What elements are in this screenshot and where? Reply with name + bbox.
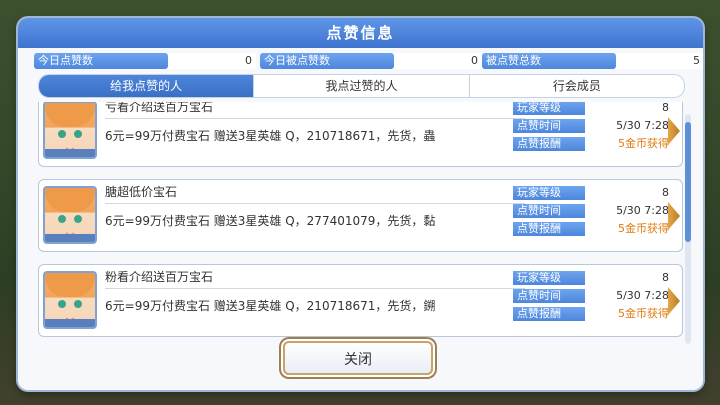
stat-total-liked: 被点赞总数 5 bbox=[482, 53, 703, 69]
list-item[interactable]: 粉看介绍送百万宝石 6元=99万付费宝石 赠送3星英雄 Q，210718671，… bbox=[38, 264, 683, 337]
stat-label: 今日点赞数 bbox=[34, 53, 168, 69]
info-label: 点赞报酬 bbox=[513, 137, 585, 151]
player-name: 粉看介绍送百万宝石 bbox=[105, 268, 525, 289]
info-label: 玩家等级 bbox=[513, 102, 585, 115]
info-reward: 点赞报酬 5金币获得 bbox=[513, 137, 669, 151]
time-value: 5/30 7:28 bbox=[616, 289, 669, 302]
info-reward: 点赞报酬 5金币获得 bbox=[513, 307, 669, 321]
info-label: 玩家等级 bbox=[513, 186, 585, 200]
info-reward: 点赞报酬 5金币获得 bbox=[513, 222, 669, 236]
chevron-right-icon[interactable] bbox=[668, 287, 680, 315]
info-label: 点赞报酬 bbox=[513, 307, 585, 321]
info-level: 玩家等级 8 bbox=[513, 102, 669, 115]
level-value: 8 bbox=[662, 102, 669, 114]
player-name: 亏看介绍送百万宝石 bbox=[105, 102, 525, 119]
chevron-right-icon[interactable] bbox=[668, 202, 680, 230]
stat-value: 5 bbox=[693, 54, 700, 67]
dialog-title: 点赞信息 bbox=[18, 18, 703, 48]
avatar bbox=[43, 102, 97, 159]
info-label: 点赞时间 bbox=[513, 119, 585, 133]
stat-today-liked: 今日被点赞数 0 bbox=[260, 53, 482, 69]
stat-value: 0 bbox=[471, 54, 478, 67]
stat-label: 被点赞总数 bbox=[482, 53, 616, 69]
avatar bbox=[43, 186, 97, 244]
list-item[interactable]: 膅超低价宝石 6元=99万付费宝石 赠送3星英雄 Q，277401079，先货，… bbox=[38, 179, 683, 252]
close-button[interactable]: 关闭 bbox=[283, 341, 433, 375]
stat-value: 0 bbox=[245, 54, 252, 67]
info-label: 玩家等级 bbox=[513, 271, 585, 285]
info-time: 点赞时间 5/30 7:28 bbox=[513, 289, 669, 303]
like-info-dialog: 点赞信息 今日点赞数 0 今日被点赞数 0 被点赞总数 5 给我点赞的人 我点过… bbox=[18, 18, 703, 390]
scrollbar[interactable] bbox=[685, 114, 691, 344]
reward-value: 5金币获得 bbox=[618, 137, 669, 150]
info-time: 点赞时间 5/30 7:28 bbox=[513, 119, 669, 133]
time-value: 5/30 7:28 bbox=[616, 204, 669, 217]
player-message: 6元=99万付费宝石 赠送3星英雄 Q，210718671，先货，鎙 bbox=[105, 299, 436, 313]
info-level: 玩家等级 8 bbox=[513, 271, 669, 285]
player-message: 6元=99万付费宝石 赠送3星英雄 Q，277401079，先货，黏 bbox=[105, 214, 436, 228]
like-list: 亏看介绍送百万宝石 6元=99万付费宝石 赠送3星英雄 Q，210718671，… bbox=[38, 102, 683, 349]
info-label: 点赞时间 bbox=[513, 289, 585, 303]
stat-today-likes: 今日点赞数 0 bbox=[34, 53, 256, 69]
info-level: 玩家等级 8 bbox=[513, 186, 669, 200]
player-name: 膅超低价宝石 bbox=[105, 183, 525, 204]
info-time: 点赞时间 5/30 7:28 bbox=[513, 204, 669, 218]
level-value: 8 bbox=[662, 186, 669, 199]
chevron-right-icon[interactable] bbox=[668, 117, 680, 145]
tab-guild-members[interactable]: 行会成员 bbox=[470, 75, 684, 97]
reward-value: 5金币获得 bbox=[618, 222, 669, 235]
info-label: 点赞报酬 bbox=[513, 222, 585, 236]
tab-liked-me[interactable]: 给我点赞的人 bbox=[39, 75, 255, 97]
reward-value: 5金币获得 bbox=[618, 307, 669, 320]
time-value: 5/30 7:28 bbox=[616, 119, 669, 132]
avatar bbox=[43, 271, 97, 329]
tab-i-liked[interactable]: 我点过赞的人 bbox=[254, 75, 470, 97]
info-label: 点赞时间 bbox=[513, 204, 585, 218]
scrollbar-thumb[interactable] bbox=[685, 122, 691, 242]
list-item[interactable]: 亏看介绍送百万宝石 6元=99万付费宝石 赠送3星英雄 Q，210718671，… bbox=[38, 102, 683, 167]
level-value: 8 bbox=[662, 271, 669, 284]
tab-bar: 给我点赞的人 我点过赞的人 行会成员 bbox=[38, 74, 685, 98]
player-message: 6元=99万付费宝石 赠送3星英雄 Q，210718671，先货，蟲 bbox=[105, 129, 436, 143]
stat-label: 今日被点赞数 bbox=[260, 53, 394, 69]
